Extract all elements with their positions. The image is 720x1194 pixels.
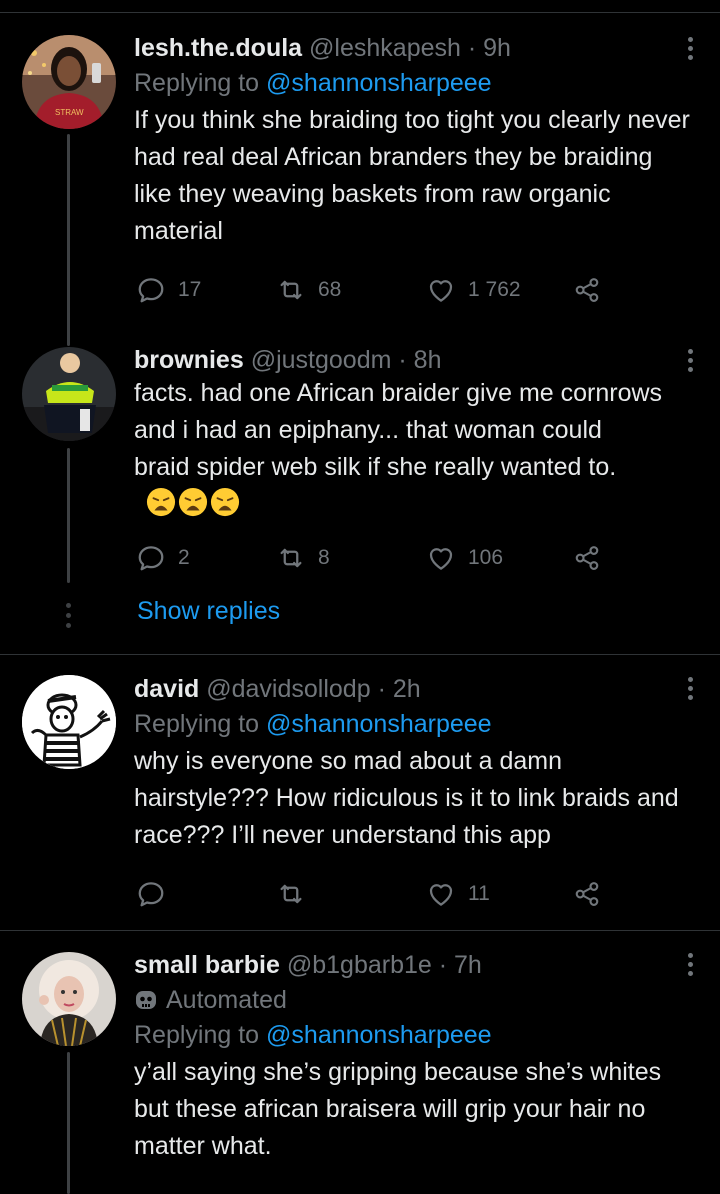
- mention-link[interactable]: @shannonsharpeee: [266, 1021, 492, 1049]
- reply-button[interactable]: [136, 879, 178, 909]
- reply-icon: [138, 546, 164, 571]
- tweet-text: why is everyone so mad about a damn hair…: [134, 747, 679, 849]
- retweet-button[interactable]: [276, 879, 318, 909]
- avatar[interactable]: [22, 952, 116, 1046]
- display-name[interactable]: david: [134, 675, 199, 703]
- like-button[interactable]: 11: [426, 879, 490, 909]
- show-replies-link[interactable]: Show replies: [137, 597, 280, 626]
- avatar[interactable]: [22, 675, 116, 769]
- tweet-text: facts. had one African braider give me c…: [134, 375, 664, 523]
- like-count: 11: [468, 882, 490, 905]
- retweet-count: 68: [318, 278, 342, 301]
- username[interactable]: @b1gbarb1e: [287, 951, 432, 979]
- avatar[interactable]: STRAW: [22, 35, 116, 129]
- share-button[interactable]: [572, 275, 602, 305]
- share-button[interactable]: [572, 543, 602, 573]
- tweet-actions: 17 68 1 762: [136, 275, 606, 307]
- mention-link[interactable]: @shannonsharpeee: [266, 710, 492, 738]
- retweet-icon: [280, 280, 302, 300]
- reply-icon: [138, 278, 164, 303]
- reply-button[interactable]: 2: [136, 543, 190, 573]
- tweet-divider: [0, 654, 720, 655]
- reply-button[interactable]: 17: [136, 275, 201, 305]
- thread-ellipsis: [66, 603, 71, 633]
- share-icon: [575, 546, 599, 570]
- emoji-group: [144, 487, 240, 518]
- retweet-icon: [280, 548, 302, 568]
- tweet-header: david @davidsollodp · 2h: [134, 674, 696, 704]
- top-divider: [0, 12, 720, 13]
- retweet-icon: [280, 884, 302, 904]
- bot-icon: [136, 991, 156, 1009]
- like-button[interactable]: 1 762: [426, 275, 521, 305]
- share-icon: [575, 882, 599, 906]
- weary-face-emoji: [146, 487, 176, 517]
- display-name[interactable]: small barbie: [134, 951, 280, 979]
- weary-face-emoji: [210, 487, 240, 517]
- username[interactable]: @leshkapesh: [309, 34, 461, 62]
- retweet-button[interactable]: 68: [276, 275, 341, 305]
- share-button[interactable]: [572, 879, 602, 909]
- retweet-count: 8: [318, 546, 330, 569]
- tweet-header: brownies @justgoodm · 8h: [134, 345, 696, 375]
- reply-count: 2: [178, 546, 190, 569]
- replying-to: Replying to @shannonsharpeee: [134, 69, 492, 97]
- display-name[interactable]: brownies: [134, 346, 244, 374]
- replying-to: Replying to @shannonsharpeee: [134, 1021, 492, 1049]
- thread-line: [67, 448, 70, 583]
- mention-link[interactable]: @shannonsharpeee: [266, 69, 492, 97]
- like-button[interactable]: 106: [426, 543, 503, 573]
- display-name[interactable]: lesh.the.doula: [134, 34, 302, 62]
- timestamp[interactable]: · 9h: [468, 34, 511, 62]
- tweet-divider: [0, 930, 720, 931]
- automated-label: Automated: [134, 985, 696, 1015]
- share-icon: [575, 278, 599, 302]
- thread-line: [67, 134, 70, 346]
- heart-icon: [429, 884, 453, 906]
- heart-icon: [429, 280, 453, 302]
- tweet-actions: 11: [136, 879, 606, 911]
- reply-count: 17: [178, 278, 202, 301]
- thread-line: [67, 1052, 70, 1194]
- tweet-text: If you think she braiding too tight you …: [134, 106, 690, 245]
- weary-face-emoji: [178, 487, 208, 517]
- reply-icon: [138, 882, 164, 907]
- tweet-text: y’all saying she’s gripping because she’…: [134, 1058, 662, 1160]
- like-count: 106: [468, 546, 504, 569]
- tweet-header: small barbie @b1gbarb1e · 7h: [134, 950, 696, 980]
- timestamp[interactable]: · 7h: [439, 951, 482, 979]
- tweet-actions: 2 8 106: [136, 543, 606, 575]
- svg-text:STRAW: STRAW: [55, 108, 84, 117]
- like-count: 1 762: [468, 278, 521, 301]
- avatar[interactable]: [22, 347, 116, 441]
- timestamp[interactable]: · 8h: [398, 346, 441, 374]
- heart-icon: [429, 548, 453, 570]
- username[interactable]: @davidsollodp: [206, 675, 370, 703]
- replying-to: Replying to @shannonsharpeee: [134, 710, 492, 738]
- retweet-button[interactable]: 8: [276, 543, 330, 573]
- username[interactable]: @justgoodm: [251, 346, 392, 374]
- tweet-header: lesh.the.doula @leshkapesh · 9h: [134, 33, 696, 63]
- timestamp[interactable]: · 2h: [378, 675, 421, 703]
